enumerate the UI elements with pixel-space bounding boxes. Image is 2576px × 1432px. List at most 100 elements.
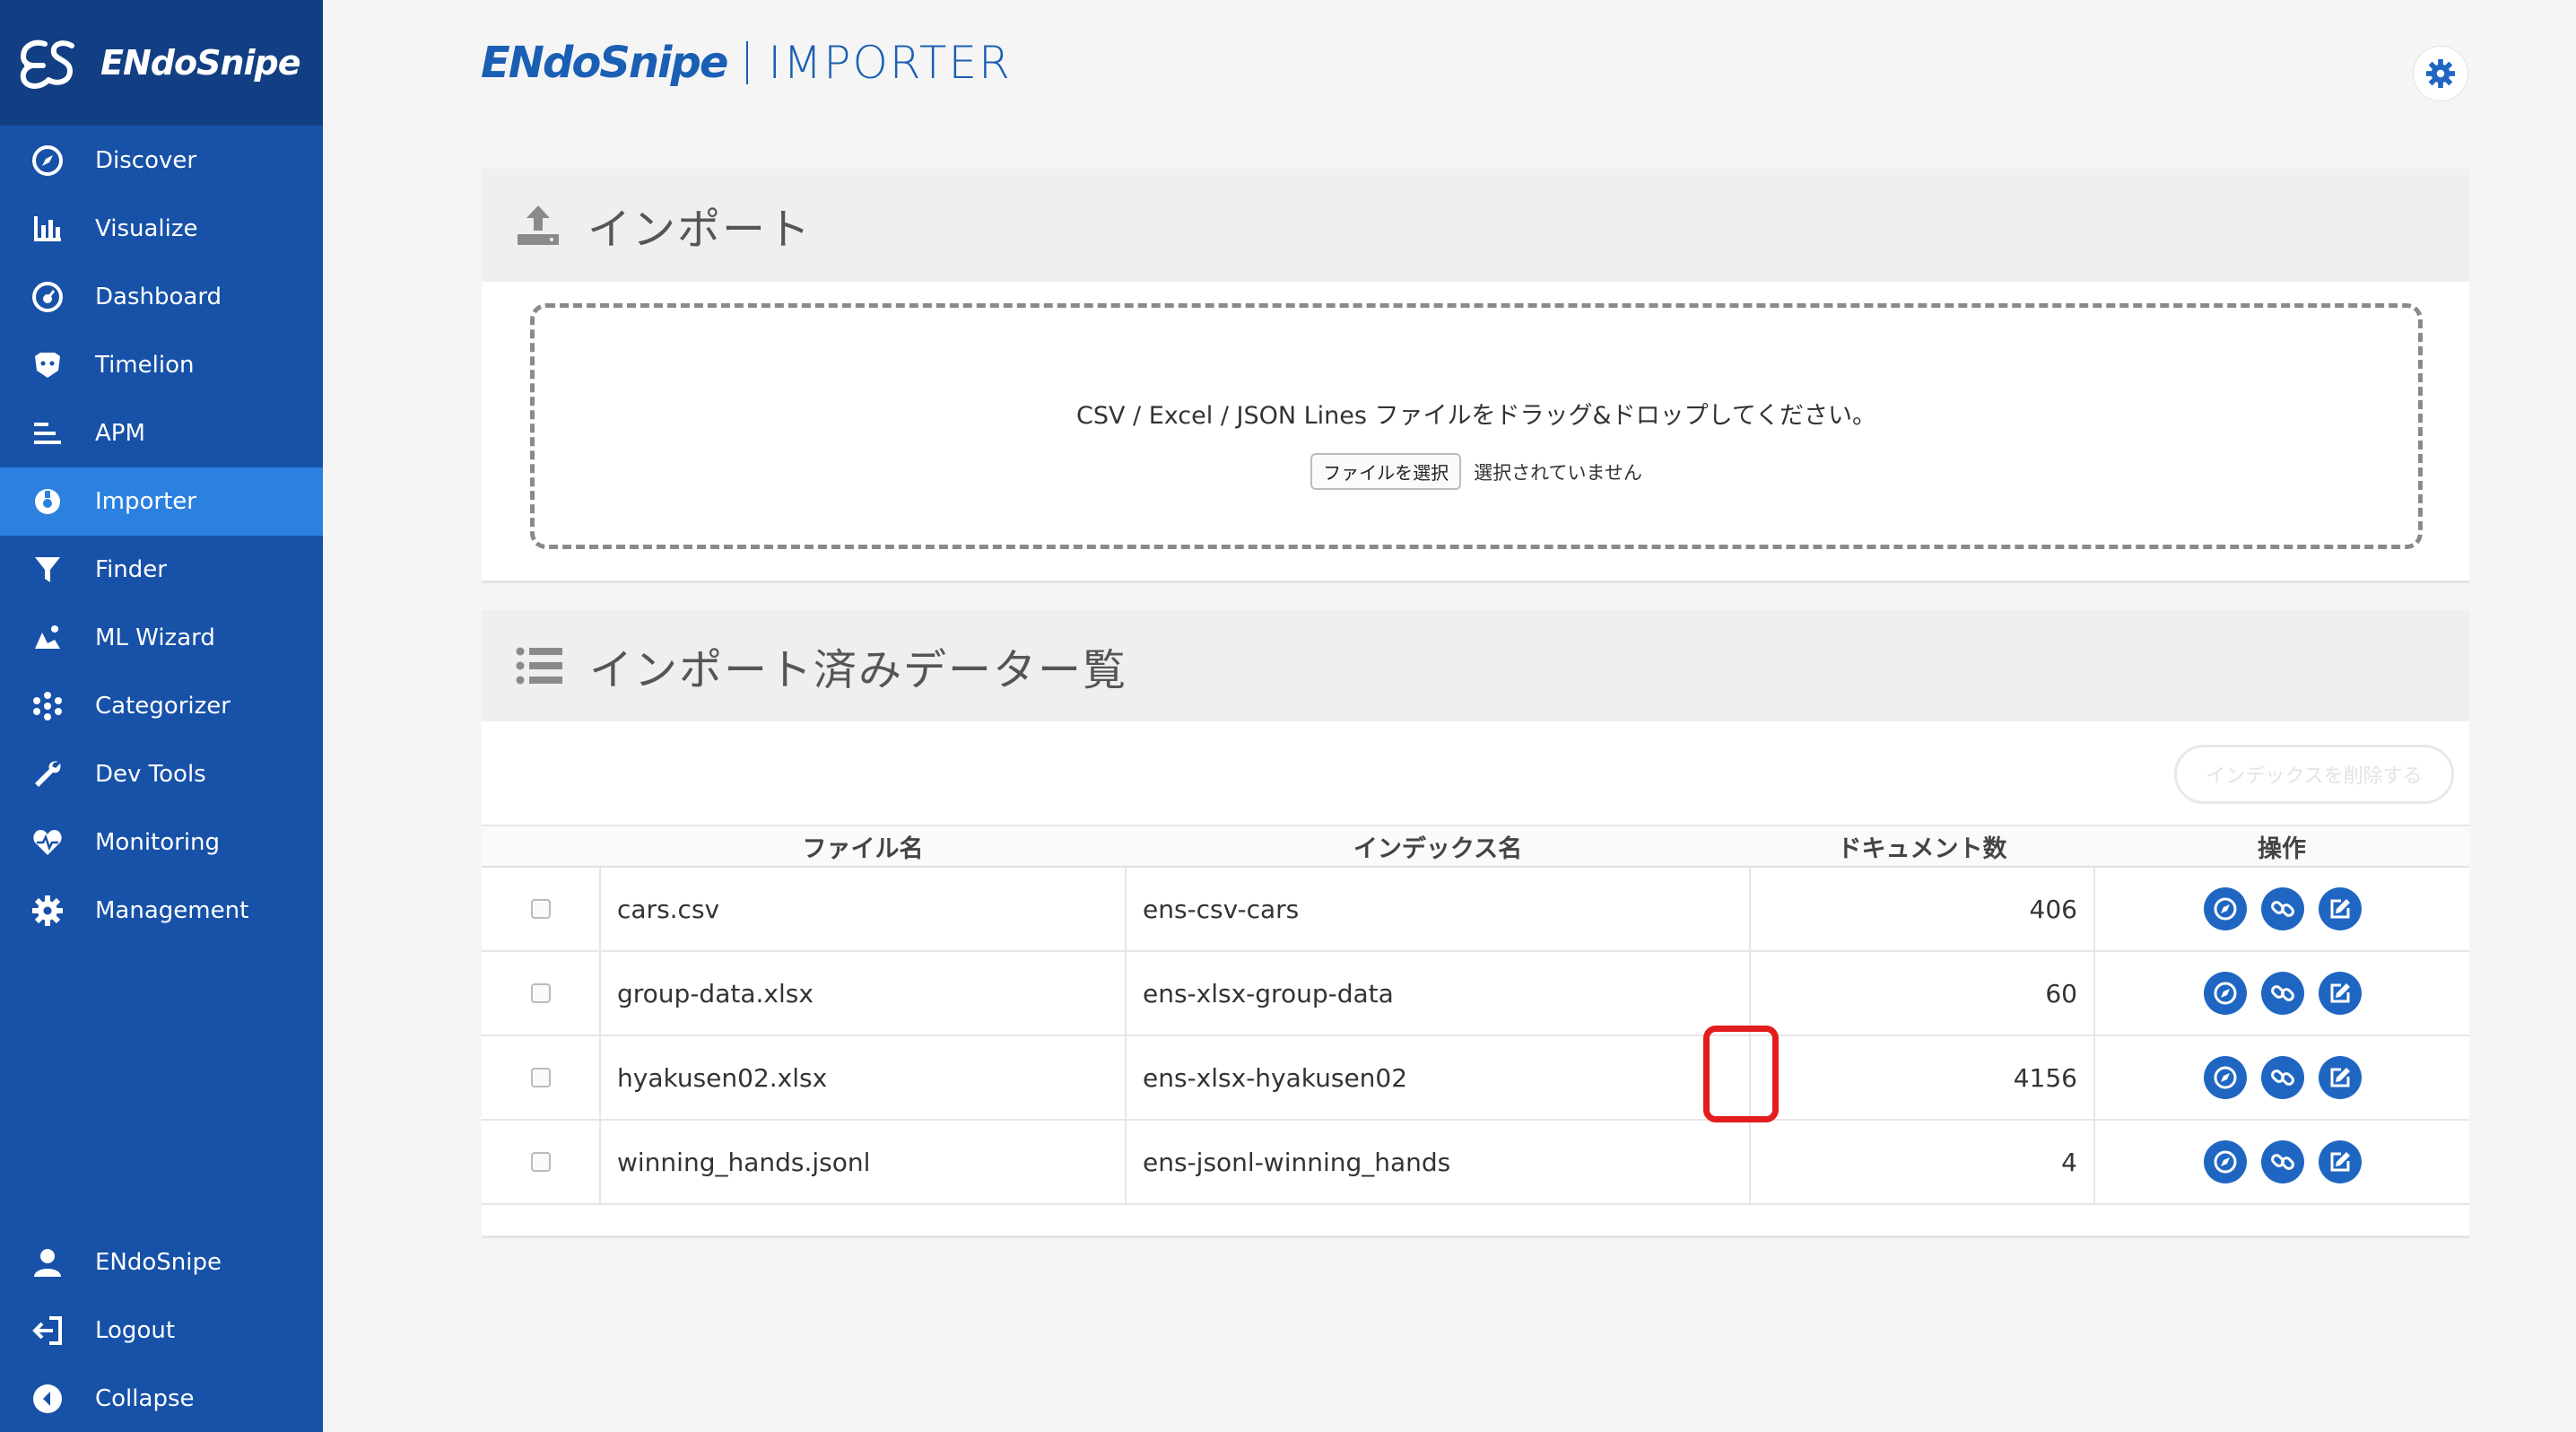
sidebar-footer: ENdoSnipe Logout Collapse [0,1228,323,1432]
sidebar-item-monitoring[interactable]: Monitoring [0,808,323,877]
discover-button[interactable] [2203,1140,2247,1183]
sidebar-item-label: APM [95,420,145,447]
discover-button[interactable] [2203,1056,2247,1099]
ml-wizard-icon [30,621,65,655]
sidebar-item-label: Logout [95,1317,176,1344]
upload-icon [518,205,559,245]
row-actions [2111,887,2453,930]
user-icon [30,1245,65,1279]
row-checkbox[interactable] [530,1068,551,1087]
discover-button[interactable] [2203,887,2247,930]
sidebar-item-label: Dashboard [95,284,222,310]
sidebar-item-label: Timelion [95,352,195,379]
import-panel-title: インポート [587,205,813,255]
file-name-cell: winning_hands.jsonl [600,1120,1127,1205]
edit-icon [2330,1152,2350,1172]
sidebar-item-discover[interactable]: Discover [0,127,323,195]
row-checkbox[interactable] [530,983,551,1003]
sidebar-item-visualize[interactable]: Visualize [0,195,323,263]
compass-icon [2214,1066,2236,1089]
table-row: cars.csv ens-csv-cars 406 [482,867,2469,952]
link-button[interactable] [2260,1056,2304,1099]
doc-count-cell: 4156 [1750,1035,2095,1121]
edit-icon [2330,983,2350,1003]
file-name-cell: hyakusen02.xlsx [600,1035,1127,1121]
sidebar-item-apm[interactable]: APM [0,399,323,467]
sidebar-item-label: Visualize [95,215,198,242]
choose-file-button[interactable]: ファイルを選択 [1310,453,1462,490]
sidebar-item-management[interactable]: Management [0,877,323,945]
list-panel-body: インデックスを削除する ファイル名 インデックス名 ドキュメント数 操作 car… [482,721,2469,1238]
table-row: hyakusen02.xlsx ens-xlsx-hyakusen02 4156 [482,1035,2469,1121]
compass-icon [2214,982,2236,1005]
endosnipe-logo-icon [20,39,74,89]
list-panel-title: インポート済みデーター覧 [589,645,1128,695]
link-button[interactable] [2260,887,2304,930]
row-actions [2111,1140,2453,1183]
bar-chart-icon [30,212,65,246]
row-checkbox[interactable] [530,899,551,919]
row-actions [2111,1056,2453,1099]
edit-icon [2330,1068,2350,1087]
delete-index-button[interactable]: インデックスを削除する [2174,745,2454,804]
sidebar-item-label: Importer [95,488,196,515]
sidebar-item-finder[interactable]: Finder [0,536,323,604]
list-icon [516,647,562,685]
sidebar-item-label: Discover [95,147,197,174]
sidebar-item-label: Dev Tools [95,761,206,788]
collapse-icon [30,1382,65,1416]
apm-icon [30,416,65,450]
file-name-cell: group-data.xlsx [600,951,1127,1036]
table-row: winning_hands.jsonl ens-jsonl-winning_ha… [482,1120,2469,1205]
file-name-cell: cars.csv [600,867,1127,952]
edit-button[interactable] [2318,887,2362,930]
sidebar-item-ml-wizard[interactable]: ML Wizard [0,604,323,672]
row-actions [2111,972,2453,1015]
doc-count-cell: 60 [1750,951,2095,1036]
header-brand: ENdoSnipe [481,38,728,88]
sidebar-item-dev-tools[interactable]: Dev Tools [0,740,323,808]
sidebar-brand-name: ENdoSnipe [100,43,300,83]
table-row: group-data.xlsx ens-xlsx-group-data 60 [482,951,2469,1036]
categorizer-icon [30,689,65,723]
sidebar-item-importer[interactable]: Importer [0,467,323,536]
heartbeat-icon [30,825,65,860]
sidebar-item-timelion[interactable]: Timelion [0,331,323,399]
index-name-cell: ens-jsonl-winning_hands [1126,1120,1751,1205]
page-header-logo: ENdoSnipe IMPORTER [481,36,1012,90]
sidebar-item-dashboard[interactable]: Dashboard [0,263,323,331]
sidebar-item-logout[interactable]: Logout [0,1297,323,1365]
select-column-header [482,825,600,868]
index-name-cell: ens-csv-cars [1126,867,1751,952]
header-product-name: IMPORTER [768,37,1012,89]
link-icon [2270,901,2294,917]
edit-button[interactable] [2318,972,2362,1015]
edit-button[interactable] [2318,1140,2362,1183]
compass-icon [2214,1150,2236,1174]
logout-icon [30,1314,65,1348]
edit-button[interactable] [2318,1056,2362,1099]
sidebar-item-label: Finder [95,556,167,583]
link-icon [2270,1154,2294,1170]
column-header-docs: ドキュメント数 [1750,825,2094,868]
sidebar-item-categorizer[interactable]: Categorizer [0,672,323,740]
file-dropzone[interactable]: CSV / Excel / JSON Lines ファイルをドラッグ&ドロップし… [530,303,2423,549]
sidebar-item-user[interactable]: ENdoSnipe [0,1228,323,1297]
edit-icon [2330,899,2350,919]
discover-button[interactable] [2203,972,2247,1015]
link-icon [2270,985,2294,1001]
settings-button[interactable] [2413,46,2468,101]
column-header-index: インデックス名 [1126,825,1750,868]
sidebar-item-collapse[interactable]: Collapse [0,1365,323,1432]
importer-icon [30,485,65,519]
row-checkbox[interactable] [530,1152,551,1172]
sidebar-nav: Discover Visualize Dashboard Timelion AP… [0,127,323,945]
link-button[interactable] [2260,1140,2304,1183]
dashboard-icon [30,280,65,314]
sidebar-item-label: Categorizer [95,693,231,720]
doc-count-cell: 4 [1750,1120,2095,1205]
sidebar-item-label: ENdoSnipe [95,1249,222,1276]
link-button[interactable] [2260,972,2304,1015]
sidebar-item-label: Management [95,897,249,924]
sidebar-brand[interactable]: ENdoSnipe [0,0,323,126]
